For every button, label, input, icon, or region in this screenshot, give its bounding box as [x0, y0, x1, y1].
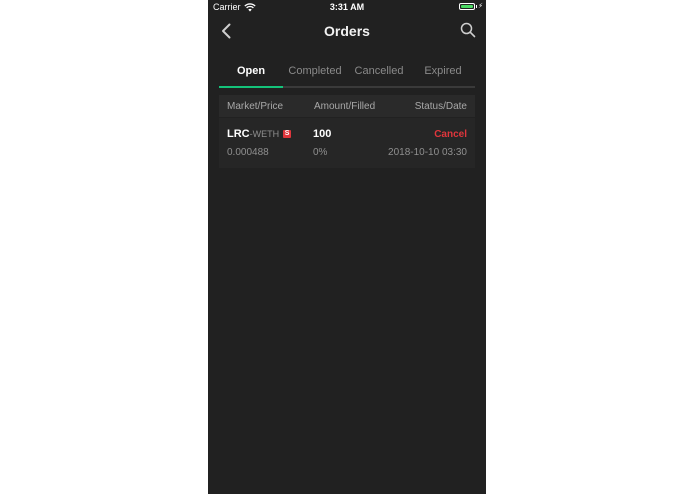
- search-icon[interactable]: [460, 22, 476, 38]
- tab-cancelled[interactable]: Cancelled: [347, 58, 411, 86]
- order-filled: 0%: [313, 147, 328, 158]
- battery-tip: [476, 5, 478, 8]
- order-amount: 100: [313, 128, 332, 140]
- table-header: Market/Price Amount/Filled Status/Date: [219, 95, 475, 117]
- order-price: 0.000488: [227, 147, 269, 158]
- header-amount-filled: Amount/Filled: [314, 100, 376, 112]
- header-market-price: Market/Price: [227, 100, 284, 112]
- table-row[interactable]: LRC -WETH S 0.000488 100 0% Cancel 2018-…: [219, 118, 475, 168]
- market-base: LRC: [227, 128, 250, 140]
- order-tabs: Open Completed Cancelled Expired: [219, 58, 475, 88]
- header-status-date: Status/Date: [414, 100, 467, 112]
- sell-badge: S: [283, 130, 292, 138]
- status-bar: Carrier 3:31 AM ⚡: [208, 0, 486, 14]
- page-title: Orders: [324, 23, 370, 39]
- battery-icon: [459, 3, 476, 10]
- nav-bar: Orders: [208, 14, 486, 50]
- cancel-button[interactable]: Cancel: [434, 129, 467, 140]
- battery-fill: [461, 5, 474, 8]
- tab-expired[interactable]: Expired: [411, 58, 475, 86]
- tab-open[interactable]: Open: [219, 58, 283, 88]
- charging-bolt-icon: ⚡: [478, 3, 483, 10]
- app-screen: Carrier 3:31 AM ⚡ Orders Open Completed …: [208, 0, 486, 494]
- market-quote: -WETH: [249, 129, 280, 139]
- order-date: 2018-10-10 03:30: [388, 147, 467, 158]
- orders-table: Market/Price Amount/Filled Status/Date L…: [219, 95, 475, 168]
- battery-indicator: ⚡: [459, 3, 483, 10]
- market-pair: LRC -WETH S: [227, 128, 292, 140]
- tab-completed[interactable]: Completed: [283, 58, 347, 86]
- status-time: 3:31 AM: [329, 2, 365, 12]
